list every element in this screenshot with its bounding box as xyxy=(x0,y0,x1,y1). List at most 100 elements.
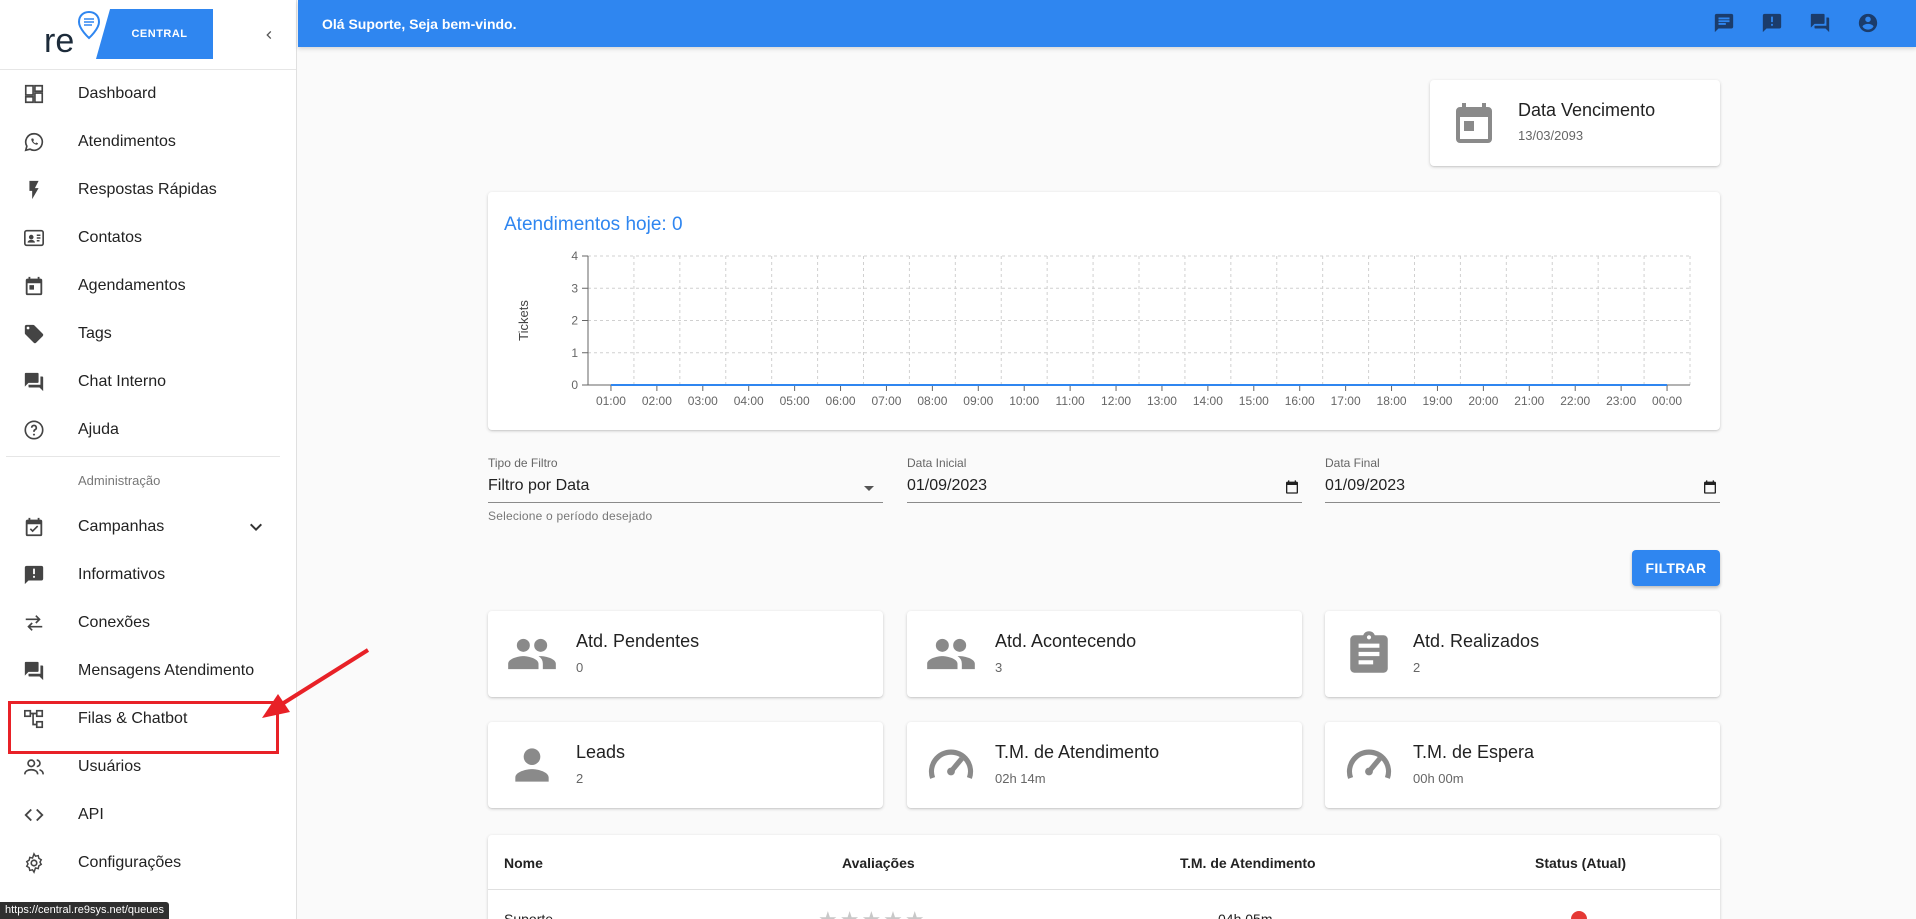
stat-title: Atd. Realizados xyxy=(1413,631,1540,651)
calendar-icon[interactable] xyxy=(1702,479,1718,500)
x-tick-label: 23:00 xyxy=(1606,394,1636,408)
filter-type-select[interactable]: Filtro por Data xyxy=(488,473,883,503)
sidebar-item-informativos[interactable]: Informativos xyxy=(0,551,296,599)
brand-badge-text: CENTRAL xyxy=(131,28,188,40)
sidebar-item-label: Usuários xyxy=(78,758,142,775)
sidebar-item-label: Agendamentos xyxy=(78,277,186,294)
stat-value: 2 xyxy=(1413,660,1421,675)
flash-icon xyxy=(22,178,46,202)
event-check-icon xyxy=(22,515,46,539)
sidebar-item-filas-chatbot[interactable]: Filas & Chatbot xyxy=(0,695,296,743)
greeting-text: Olá Suporte, Seja bem-vindo. xyxy=(322,15,517,32)
sidebar-item-respostas-rapidas[interactable]: Respostas Rápidas xyxy=(0,166,296,214)
sidebar-item-configuracoes[interactable]: Configurações xyxy=(0,839,296,887)
stat-value: 2 xyxy=(576,771,584,786)
table-header-avaliacoes: Avaliações xyxy=(842,855,915,871)
y-tick-label: 3 xyxy=(571,281,578,295)
account-circle-icon[interactable] xyxy=(1856,11,1880,35)
sidebar-item-campanhas[interactable]: Campanhas xyxy=(0,503,296,551)
sidebar-item-label: Respostas Rápidas xyxy=(78,181,217,198)
people-icon xyxy=(22,755,46,779)
sidebar-item-tags[interactable]: Tags xyxy=(0,310,296,358)
sidebar-item-label: Ajuda xyxy=(78,421,119,438)
sidebar-item-dashboard[interactable]: Dashboard xyxy=(0,70,296,118)
x-tick-label: 11:00 xyxy=(1056,394,1085,408)
collapse-sidebar-button[interactable] xyxy=(256,22,282,48)
x-tick-label: 22:00 xyxy=(1560,394,1590,408)
announcement-icon xyxy=(22,563,46,587)
start-date-input[interactable]: 01/09/2023 xyxy=(907,473,1302,503)
whatsapp-icon xyxy=(22,130,46,154)
sidebar-item-label: API xyxy=(78,806,104,823)
x-tick-label: 00:00 xyxy=(1652,394,1682,408)
x-tick-label: 13:00 xyxy=(1147,394,1177,408)
announcement-icon[interactable] xyxy=(1760,11,1784,35)
sidebar-item-label: Configurações xyxy=(78,854,182,871)
sidebar-item-ajuda[interactable]: Ajuda xyxy=(0,406,296,454)
sidebar-item-agendamentos[interactable]: Agendamentos xyxy=(0,262,296,310)
x-tick-label: 20:00 xyxy=(1468,394,1498,408)
stat-card-acontecendo: Atd. Acontecendo 3 xyxy=(907,611,1302,697)
sidebar-item-chat-interno[interactable]: Chat Interno xyxy=(0,358,296,406)
speedometer-icon xyxy=(923,737,979,793)
svg-text:re: re xyxy=(44,22,74,60)
contact-card-icon xyxy=(22,226,46,250)
topbar-actions xyxy=(1712,11,1880,35)
stat-title: T.M. de Atendimento xyxy=(995,742,1160,762)
due-date-card: Data Vencimento 13/03/2093 xyxy=(1430,80,1720,166)
chevron-down-icon[interactable] xyxy=(244,515,268,544)
sidebar-item-label: Contatos xyxy=(78,229,143,246)
x-tick-label: 16:00 xyxy=(1285,394,1315,408)
speedometer-icon xyxy=(1341,737,1397,793)
brand-badge: CENTRAL xyxy=(96,9,213,59)
calendar-icon xyxy=(22,274,46,298)
table-header-divider xyxy=(488,889,1720,890)
attendance-table: Nome Avaliações T.M. de Atendimento Stat… xyxy=(488,835,1720,919)
end-date-label: Data Final xyxy=(1325,456,1380,470)
sidebar-item-label: Informativos xyxy=(78,566,166,583)
stat-value: 02h 14m xyxy=(995,771,1046,786)
chart-card: Atendimentos hoje: 0 0 1 2 3 4 01:00 02:00 03:0… xyxy=(488,192,1720,430)
table-header-status: Status (Atual) xyxy=(1535,855,1626,871)
sidebar-item-conexoes[interactable]: Conexões xyxy=(0,599,296,647)
sidebar-item-label: Atendimentos xyxy=(78,133,176,150)
stat-title: Atd. Acontecendo xyxy=(995,631,1137,651)
y-tick-label: 1 xyxy=(571,346,578,360)
logo-row: re CENTRAL xyxy=(0,0,296,70)
start-date-label: Data Inicial xyxy=(907,456,967,470)
calendar-icon xyxy=(1446,95,1502,151)
x-tick-label: 03:00 xyxy=(688,394,718,408)
calendar-icon[interactable] xyxy=(1284,479,1300,500)
group-icon xyxy=(504,626,560,682)
stat-title: Leads xyxy=(576,742,626,762)
x-tick-label: 19:00 xyxy=(1422,394,1452,408)
sidebar-item-mensagens-atendimento[interactable]: Mensagens Atendimento xyxy=(0,647,296,695)
stat-card-pendentes: Atd. Pendentes 0 xyxy=(488,611,883,697)
forum-icon[interactable] xyxy=(1808,11,1832,35)
x-tick-label: 15:00 xyxy=(1239,394,1269,408)
queue-tree-icon xyxy=(22,707,46,731)
stat-card-leads: Leads 2 xyxy=(488,722,883,808)
sidebar-item-label: Chat Interno xyxy=(78,373,167,390)
x-tick-label: 09:00 xyxy=(963,394,993,408)
clipboard-icon xyxy=(1341,626,1397,682)
x-tick-label: 05:00 xyxy=(780,394,810,408)
sidebar-item-contatos[interactable]: Contatos xyxy=(0,214,296,262)
group-icon xyxy=(923,626,979,682)
tag-icon xyxy=(22,322,46,346)
y-axis-label: Tickets xyxy=(516,300,531,341)
caret-down-icon xyxy=(857,476,881,505)
status-alert-icon xyxy=(1571,911,1587,919)
sidebar-item-api[interactable]: API xyxy=(0,791,296,839)
sidebar-item-atendimentos[interactable]: Atendimentos xyxy=(0,118,296,166)
forum-icon xyxy=(22,370,46,394)
x-tick-label: 14:00 xyxy=(1193,394,1223,408)
due-date-title: Data Vencimento xyxy=(1518,100,1656,120)
status-bar-url: https://central.re9sys.net/queues xyxy=(0,902,169,919)
sidebar-item-usuarios[interactable]: Usuários xyxy=(0,743,296,791)
forum-icon xyxy=(22,659,46,683)
filter-type-value: Filtro por Data xyxy=(488,477,590,494)
end-date-input[interactable]: 01/09/2023 xyxy=(1325,473,1720,503)
filter-button[interactable]: FILTRAR xyxy=(1632,550,1720,586)
chat-icon[interactable] xyxy=(1712,11,1736,35)
